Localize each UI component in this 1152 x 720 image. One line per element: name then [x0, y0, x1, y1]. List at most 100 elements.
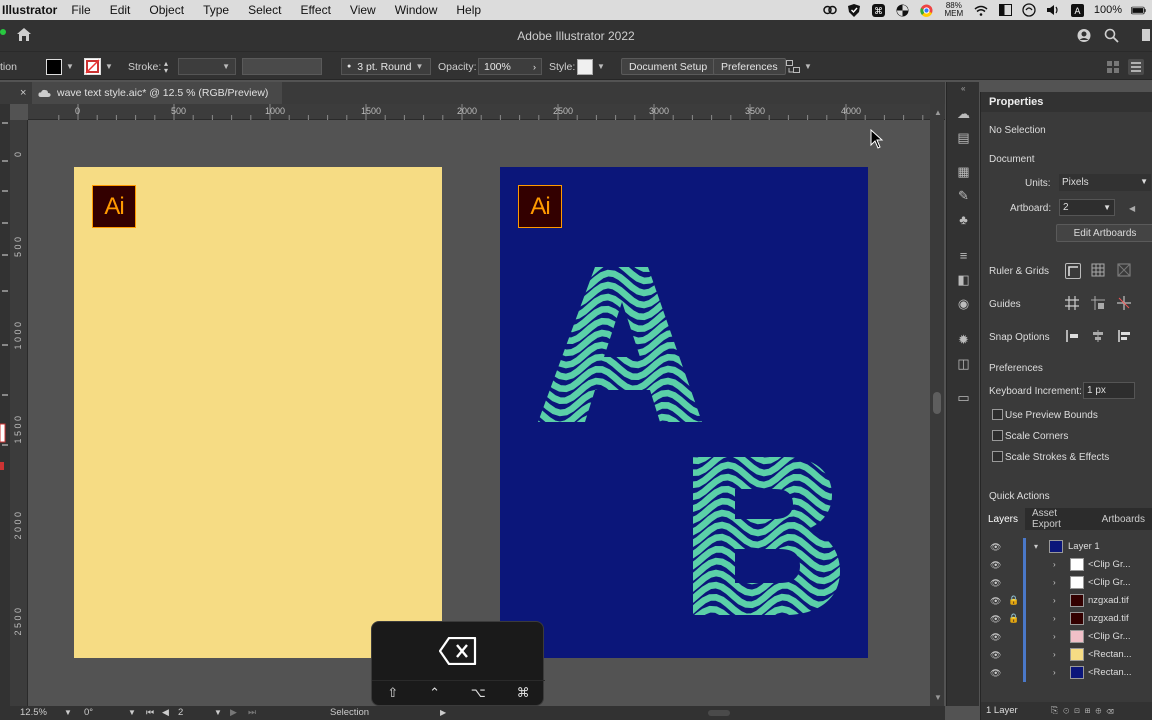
layer-name[interactable]: <Clip Gr... — [1088, 577, 1131, 588]
libraries-icon[interactable]: ☁ — [956, 106, 971, 121]
creative-cloud-icon[interactable] — [823, 3, 838, 17]
show-grid-icon[interactable] — [1091, 263, 1107, 279]
visibility-eye-icon[interactable]: 👁 — [990, 632, 1001, 643]
chevron-down-icon[interactable]: ▼ — [214, 708, 222, 717]
lock-guides-icon[interactable] — [1091, 296, 1107, 312]
layer-row[interactable]: 👁 › <Clip Gr... — [981, 628, 1152, 646]
adobe-icon[interactable]: A — [1070, 3, 1085, 17]
transparency-grid-icon[interactable] — [1117, 263, 1133, 279]
artboard-navigation-field[interactable]: 2 — [178, 707, 183, 718]
visibility-eye-icon[interactable]: 👁 — [990, 614, 1001, 625]
lock-icon[interactable]: 🔒 — [1008, 613, 1019, 624]
opacity-field[interactable]: 100% › — [478, 58, 542, 75]
rotation-field[interactable]: 0° — [84, 707, 93, 718]
properties-panel-icon[interactable] — [1128, 58, 1144, 75]
appearance-icon[interactable]: ◉ — [956, 296, 971, 311]
align-icon[interactable]: ≡ — [956, 248, 971, 263]
show-rulers-icon[interactable] — [1065, 263, 1081, 279]
memory-indicator[interactable]: 88% MEM — [943, 2, 965, 18]
snap-to-point-icon[interactable] — [1065, 329, 1081, 345]
menu-app-name[interactable]: Illustrator — [2, 3, 57, 17]
lock-icon[interactable]: 🔒 — [1008, 595, 1019, 606]
smart-guides-icon[interactable] — [1117, 296, 1133, 312]
pinwheel-icon[interactable] — [895, 3, 910, 17]
sidebar-toggle-icon[interactable] — [998, 3, 1013, 17]
arrange-documents-icon[interactable]: ▼ — [786, 58, 812, 75]
chevron-down-icon[interactable]: ▼ — [64, 708, 72, 717]
layer-row[interactable]: 👁 › <Clip Gr... — [981, 556, 1152, 574]
close-tab-icon[interactable]: × — [20, 87, 26, 99]
show-guides-icon[interactable] — [1065, 296, 1081, 312]
current-tool-status[interactable]: Selection — [330, 707, 369, 718]
vertical-scroll-thumb[interactable] — [933, 392, 941, 414]
tab-asset-export[interactable]: Asset Export — [1025, 508, 1095, 530]
sync-icon[interactable] — [1022, 3, 1037, 17]
workspace-switcher-icon[interactable] — [1142, 29, 1150, 41]
menu-window[interactable]: Window — [395, 3, 438, 17]
units-dropdown[interactable]: Pixels ▼ — [1059, 174, 1151, 191]
variable-width-profile[interactable] — [242, 58, 322, 75]
preferences-button[interactable]: Preferences — [713, 58, 786, 75]
opacity-arrow-icon[interactable]: › — [533, 62, 536, 72]
next-artboard-icon[interactable]: ▶ — [230, 707, 237, 718]
layer-name[interactable]: nzgxad.tif — [1088, 613, 1129, 624]
stroke-swatch[interactable]: ▼ — [84, 58, 113, 75]
layer-name[interactable]: Layer 1 — [1068, 541, 1100, 552]
document-setup-button[interactable]: Document Setup — [621, 58, 716, 75]
comments-icon[interactable]: ▭ — [956, 390, 971, 405]
visibility-eye-icon[interactable]: 👁 — [990, 650, 1001, 661]
menu-type[interactable]: Type — [203, 3, 229, 17]
scale-corners-checkbox[interactable] — [992, 430, 1003, 441]
layer-name[interactable]: nzgxad.tif — [1088, 595, 1129, 606]
menu-select[interactable]: Select — [248, 3, 281, 17]
layer-row-layer-1[interactable]: 👁 ▾ Layer 1 — [981, 538, 1152, 556]
chevron-down-icon[interactable]: ▼ — [128, 708, 136, 717]
visibility-eye-icon[interactable]: 👁 — [990, 560, 1001, 571]
layer-name[interactable]: <Clip Gr... — [1088, 559, 1131, 570]
snap-to-pixel-icon[interactable] — [1091, 329, 1107, 345]
zoom-level-field[interactable]: 12.5% — [20, 707, 47, 718]
export-icon[interactable]: ▤ — [956, 130, 971, 145]
layer-row[interactable]: 👁 🔒 › nzgxad.tif — [981, 592, 1152, 610]
menu-effect[interactable]: Effect — [300, 3, 330, 17]
vertical-ruler[interactable]: 0 5 0 0 1 0 0 0 1 5 0 0 2 0 0 0 2 5 0 0 — [10, 120, 28, 706]
previous-artboard-icon[interactable]: ◀ — [1129, 204, 1135, 213]
edit-artboards-button[interactable]: Edit Artboards — [1056, 224, 1152, 242]
search-icon[interactable] — [1104, 28, 1119, 43]
wave-text-go[interactable] — [74, 167, 442, 658]
command-icon[interactable]: ⌘ — [871, 3, 886, 17]
swatches-icon[interactable]: ▦ — [956, 164, 971, 179]
canvas[interactable]: Ai Ai — [29, 121, 945, 706]
tab-artboards[interactable]: Artboards — [1095, 508, 1152, 530]
symbols-icon[interactable]: ♣ — [956, 212, 971, 227]
tab-layers[interactable]: Layers — [981, 508, 1026, 530]
transparency-icon[interactable]: ◧ — [956, 272, 971, 287]
visibility-eye-icon[interactable]: 👁 — [990, 542, 1001, 553]
vertical-scrollbar[interactable]: ▲ ▼ — [930, 104, 944, 706]
artboard-2[interactable]: Ai — [500, 167, 868, 658]
menu-view[interactable]: View — [350, 3, 376, 17]
keyboard-increment-field[interactable]: 1 px — [1083, 382, 1135, 399]
horizontal-scroll-thumb[interactable] — [708, 710, 730, 716]
scroll-up-icon[interactable]: ▲ — [934, 108, 942, 117]
artboard-number-field[interactable]: 2 ▼ — [1059, 199, 1115, 216]
panel-grid-icon[interactable] — [1107, 58, 1119, 75]
use-preview-bounds-checkbox[interactable] — [992, 409, 1003, 420]
wave-text-ab[interactable] — [500, 167, 868, 658]
layer-row[interactable]: 👁 🔒 › nzgxad.tif — [981, 610, 1152, 628]
chrome-icon[interactable] — [919, 3, 934, 17]
shield-icon[interactable] — [847, 3, 862, 17]
layer-name[interactable]: <Rectan... — [1088, 667, 1132, 678]
layer-name[interactable]: <Clip Gr... — [1088, 631, 1131, 642]
battery-icon[interactable] — [1131, 3, 1146, 17]
properties-header[interactable]: Properties — [981, 92, 1152, 112]
collapse-panels-icon[interactable]: « — [961, 84, 965, 93]
chevron-right-icon[interactable]: › — [1053, 560, 1056, 569]
chevron-right-icon[interactable]: › — [1053, 650, 1056, 659]
wifi-icon[interactable] — [974, 3, 989, 17]
menu-file[interactable]: File — [71, 3, 90, 17]
stroke-weight-stepper[interactable]: ▴ ▾ — [164, 58, 168, 75]
graphic-style-swatch[interactable]: ▼ — [577, 58, 605, 75]
layers-panel-icon[interactable]: ◫ — [956, 356, 971, 371]
chevron-right-icon[interactable]: › — [1053, 668, 1056, 677]
